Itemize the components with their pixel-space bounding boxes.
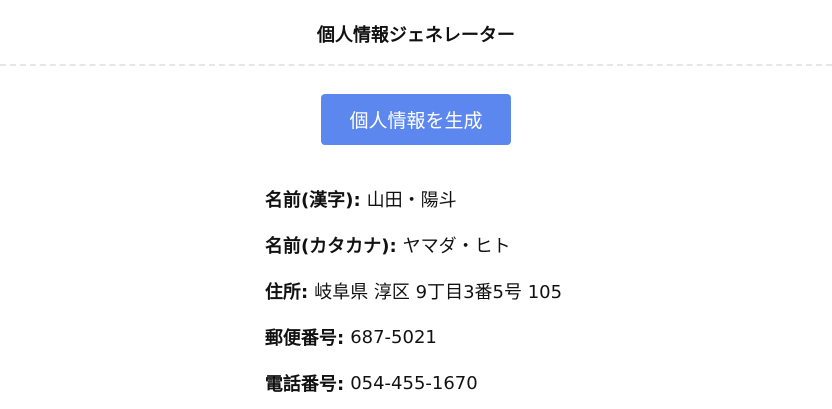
info-value: 687-5021 — [350, 326, 437, 348]
info-label: 郵便番号: — [265, 328, 345, 349]
info-label: 住所: — [265, 282, 309, 303]
info-row-name-katakana: 名前(カタカナ): ヤマダ・ヒト — [265, 222, 805, 268]
info-row-postal-code: 郵便番号: 687-5021 — [265, 314, 805, 360]
info-value: ヤマダ・ヒト — [402, 236, 511, 257]
info-row-address: 住所: 岐阜県 淳区 9丁目3番5号 105 — [265, 268, 805, 314]
info-label: 電話番号: — [265, 374, 345, 395]
info-label: 名前(漢字): — [265, 190, 361, 211]
main-content: 個人情報を生成 — [0, 66, 832, 145]
info-row-name-kanji: 名前(漢字): 山田・陽斗 — [265, 176, 805, 222]
info-value: 岐阜県 淳区 9丁目3番5号 105 — [314, 282, 563, 303]
info-row-phone: 電話番号: 054-455-1670 — [265, 360, 805, 406]
header: 個人情報ジェネレーター — [0, 0, 832, 66]
info-value: 山田・陽斗 — [366, 190, 457, 211]
page-title: 個人情報ジェネレーター — [317, 25, 515, 46]
info-label: 名前(カタカナ): — [265, 236, 397, 257]
info-value: 054-455-1670 — [350, 372, 478, 394]
info-list: 名前(漢字): 山田・陽斗 名前(カタカナ): ヤマダ・ヒト 住所: 岐阜県 淳… — [265, 176, 805, 406]
page: 個人情報ジェネレーター 個人情報を生成 名前(漢字): 山田・陽斗 名前(カタカ… — [0, 0, 832, 409]
generate-button[interactable]: 個人情報を生成 — [321, 94, 511, 145]
